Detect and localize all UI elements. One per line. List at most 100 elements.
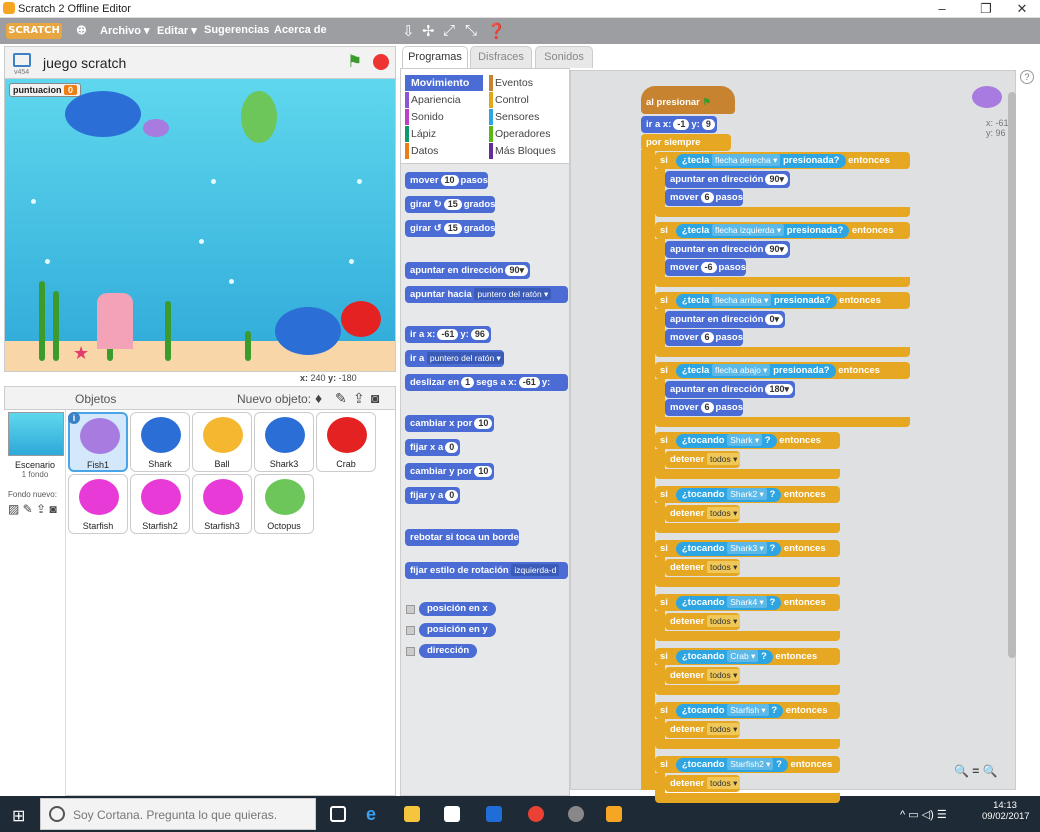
if-end[interactable] [655,417,910,427]
block-mover[interactable]: mover -6 pasos [665,259,746,276]
block-deslizar[interactable]: deslizar en 1 segs a x: -61 y: [405,374,568,391]
fullscreen-icon[interactable] [13,53,31,67]
script-scrollbar[interactable] [1008,92,1016,658]
reporter-posicion-y[interactable]: posición en y [419,623,496,637]
block-apuntar[interactable]: apuntar en dirección 180▾ [665,381,795,398]
block-cambiar-x[interactable]: cambiar x por 10 [405,415,495,432]
tab-sonidos[interactable]: Sonidos [535,46,593,68]
block-if-key[interactable]: si ¿tecla flecha derecha ▾ presionada? e… [655,152,910,169]
block-fijar-y[interactable]: fijar y a0 [405,487,461,504]
sprite-tile-starfish[interactable]: Starfish [68,474,128,534]
block-if-touching[interactable]: si ¿tocando Shark ▾ ? entonces [655,432,840,449]
if-stem[interactable] [655,665,665,685]
block-fijar-x[interactable]: fijar x a0 [405,439,461,456]
block-girar-derecha[interactable]: girar ↻ 15 grados [405,196,496,213]
if-stem[interactable] [655,239,665,277]
category-sonido[interactable]: Sonido [405,109,483,125]
scratch-logo[interactable]: SCRATCH [6,23,62,39]
if-stem[interactable] [655,773,665,793]
block-detener[interactable]: detener todos ▾ [665,721,741,738]
if-stem[interactable] [655,503,665,523]
block-ir-a[interactable]: ir a puntero del ratón ▾ [405,350,504,367]
block-if-key[interactable]: si ¿tecla flecha izquierda ▾ presionada?… [655,222,910,239]
if-stem[interactable] [655,719,665,739]
shark-sprite[interactable] [65,91,141,137]
shark3-sprite[interactable] [275,307,341,355]
reporter-posicion-x[interactable]: posición en x [419,602,496,616]
grow-icon[interactable]: ⤢ [443,22,455,39]
block-mover[interactable]: mover 6 pasos [665,329,743,346]
if-end[interactable] [655,685,840,695]
category-operadores[interactable]: Operadores [489,126,567,142]
block-detener[interactable]: detener todos ▾ [665,451,741,468]
checkbox-posicion-y[interactable] [406,626,415,635]
if-stem[interactable] [655,611,665,631]
block-goto-xy[interactable]: ir a x: -1 y: 9 [641,116,717,133]
block-apuntar[interactable]: apuntar en dirección 90▾ [665,171,790,188]
block-if-touching[interactable]: si ¿tocando Shark3 ▾ ? entonces [655,540,840,557]
block-apuntar[interactable]: apuntar en dirección 90▾ [665,241,790,258]
sprite-tile-starfish2[interactable]: Starfish2 [130,474,190,534]
if-end[interactable] [655,347,910,357]
block-detener[interactable]: detener todos ▾ [665,667,741,684]
if-end[interactable] [655,631,840,641]
category-eventos[interactable]: Eventos [489,75,567,91]
sprite-tile-shark3[interactable]: Shark3 [254,412,314,472]
block-cambiar-y[interactable]: cambiar y por 10 [405,463,495,480]
system-tray-icons[interactable]: ^ ▭ ◁) ☰ [900,808,947,821]
help-panel-icon[interactable]: ? [1020,70,1034,84]
block-apuntar-direccion[interactable]: apuntar en dirección 90▾ [405,262,530,279]
category-mas-bloques[interactable]: Más Bloques [489,143,567,159]
block-if-key[interactable]: si ¿tecla flecha abajo ▾ presionada? ent… [655,362,910,379]
block-apuntar-hacia[interactable]: apuntar hacia puntero del ratón ▾ [405,286,568,303]
duplicate-icon[interactable]: ⇩ [402,22,415,40]
block-if-touching[interactable]: si ¿tocando Shark4 ▾ ? entonces [655,594,840,611]
script-area[interactable] [570,70,1016,790]
block-mover[interactable]: mover 10 pasos [405,172,488,189]
sprite-tile-shark[interactable]: Shark [130,412,190,472]
crab-sprite[interactable] [341,301,381,337]
sprite-library-icon[interactable]: ♦ [315,390,322,406]
block-if-touching[interactable]: si ¿tocando Starfish2 ▾ ? entonces [655,756,840,773]
block-detener[interactable]: detener todos ▾ [665,505,741,522]
block-detener[interactable]: detener todos ▾ [665,613,741,630]
if-stem[interactable] [655,309,665,347]
reporter-direccion[interactable]: dirección [419,644,478,658]
if-end[interactable] [655,277,910,287]
if-stem[interactable] [655,449,665,469]
info-icon[interactable]: i [68,412,80,424]
scratch-taskbar-icon[interactable] [606,806,622,822]
category-control[interactable]: Control [489,92,567,108]
stage-thumbnail[interactable] [8,412,64,456]
close-button[interactable]: ✕ [1008,0,1036,18]
shrink-icon[interactable]: ⤡ [465,22,477,39]
chrome-icon[interactable] [528,806,544,822]
store-icon[interactable] [444,806,460,822]
sprite-tile-crab[interactable]: Crab [316,412,376,472]
if-stem[interactable] [655,557,665,577]
block-apuntar[interactable]: apuntar en dirección 0▾ [665,311,785,328]
project-title[interactable]: juego scratch [43,55,126,71]
task-view-icon[interactable] [330,806,346,822]
block-girar-izquierda[interactable]: girar ↺ 15 grados [405,220,496,237]
file-explorer-icon[interactable] [404,806,420,822]
block-estilo-rotacion[interactable]: fijar estilo de rotación izquierda-d [405,562,568,579]
camera-sprite-icon[interactable]: ◙ [371,390,379,406]
tab-disfraces[interactable]: Disfraces [470,46,532,68]
octopus-sprite[interactable] [241,91,277,143]
help-icon[interactable]: ❓ [487,22,506,40]
block-if-touching[interactable]: si ¿tocando Starfish ▾ ? entonces [655,702,840,719]
category-datos[interactable]: Datos [405,143,483,159]
block-rebotar[interactable]: rebotar si toca un borde [405,529,519,546]
block-mover[interactable]: mover 6 pasos [665,189,743,206]
minimize-button[interactable]: – [928,0,956,18]
sprite-tile-octopus[interactable]: Octopus [254,474,314,534]
block-ir-a-xy[interactable]: ir a x: -61 y: 96 [405,326,491,343]
block-detener[interactable]: detener todos ▾ [665,559,741,576]
backdrop-tools-icon[interactable]: ▨ ✎ ⇪ ◙ [8,502,57,516]
paint-sprite-icon[interactable]: ✎ [335,390,347,407]
checkbox-direccion[interactable] [406,647,415,656]
devcpp-icon[interactable] [486,806,502,822]
block-detener[interactable]: detener todos ▾ [665,775,741,792]
menu-archivo[interactable]: Archivo ▾ [100,24,150,37]
